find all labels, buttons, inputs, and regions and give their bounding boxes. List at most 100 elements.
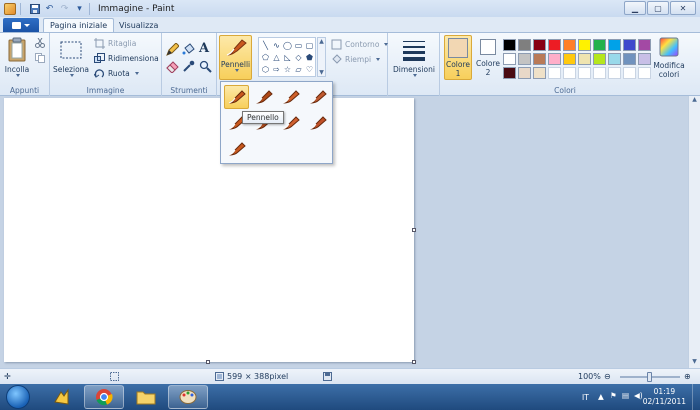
- palette-swatch[interactable]: [623, 67, 636, 79]
- palette-swatch[interactable]: [503, 67, 516, 79]
- magnifier-icon[interactable]: [199, 60, 212, 73]
- brush-option[interactable]: [278, 85, 303, 109]
- diamond-shape-icon[interactable]: ◇: [293, 51, 304, 63]
- hexagon-shape-icon[interactable]: ⬡: [260, 63, 271, 75]
- palette-swatch[interactable]: [608, 53, 621, 65]
- polygon-shape-icon[interactable]: ⬠: [260, 51, 271, 63]
- close-button[interactable]: ✕: [670, 1, 696, 15]
- palette-swatch[interactable]: [623, 53, 636, 65]
- taskbar-app-chrome[interactable]: [84, 385, 124, 409]
- oval-shape-icon[interactable]: ◯: [282, 39, 293, 51]
- chevron-up-icon[interactable]: ▲: [689, 96, 700, 106]
- palette-swatch[interactable]: [593, 67, 606, 79]
- brush-option[interactable]: [251, 85, 276, 109]
- callout-shape-icon[interactable]: ▱: [293, 63, 304, 75]
- copy-icon[interactable]: [35, 53, 45, 63]
- brush-option[interactable]: [224, 85, 249, 109]
- palette-swatch[interactable]: [548, 39, 561, 51]
- palette-swatch[interactable]: [608, 39, 621, 51]
- shapes-scroll[interactable]: ▲ ▼: [317, 37, 326, 77]
- chevron-down-icon[interactable]: ▼: [689, 358, 700, 368]
- palette-swatch[interactable]: [563, 67, 576, 79]
- zoom-slider-thumb[interactable]: [647, 372, 652, 382]
- palette-swatch[interactable]: [548, 67, 561, 79]
- right-triangle-shape-icon[interactable]: ◺: [282, 51, 293, 63]
- resize-handle-corner[interactable]: [412, 360, 416, 364]
- show-hidden-icons-icon[interactable]: ▲: [598, 392, 604, 401]
- palette-swatch[interactable]: [608, 67, 621, 79]
- volume-icon[interactable]: ◀): [634, 391, 643, 400]
- brush-option[interactable]: [224, 137, 249, 161]
- color2-button[interactable]: Colore 2: [474, 37, 502, 77]
- crop-button[interactable]: Ritaglia: [94, 38, 136, 49]
- palette-swatch[interactable]: [563, 39, 576, 51]
- save-icon[interactable]: [29, 3, 40, 14]
- resize-handle-right[interactable]: [412, 228, 416, 232]
- paste-button[interactable]: Incolla: [3, 37, 31, 77]
- palette-swatch[interactable]: [563, 53, 576, 65]
- palette-swatch[interactable]: [503, 53, 516, 65]
- chevron-down-icon[interactable]: ▼: [319, 69, 324, 76]
- palette-swatch[interactable]: [593, 39, 606, 51]
- action-center-icon[interactable]: ⚑: [610, 391, 617, 400]
- palette-swatch[interactable]: [638, 39, 651, 51]
- chevron-up-icon[interactable]: ▲: [319, 38, 324, 45]
- taskbar-app-paint[interactable]: [168, 385, 208, 409]
- taskbar-app-media[interactable]: [42, 385, 82, 409]
- zoom-out-button[interactable]: ⊖: [604, 372, 611, 381]
- taskbar-app-explorer[interactable]: [126, 385, 166, 409]
- vertical-scrollbar[interactable]: ▲ ▼: [688, 96, 700, 368]
- brushes-button[interactable]: Pennelli: [219, 35, 252, 80]
- palette-swatch[interactable]: [533, 67, 546, 79]
- palette-swatch[interactable]: [578, 67, 591, 79]
- palette-swatch[interactable]: [623, 39, 636, 51]
- start-button[interactable]: [6, 385, 30, 409]
- customize-quick-access-icon[interactable]: ▾: [74, 3, 85, 14]
- palette-swatch[interactable]: [578, 39, 591, 51]
- heart-shape-icon[interactable]: ♡: [304, 63, 315, 75]
- edit-colors-button[interactable]: Modifica colori: [652, 37, 686, 79]
- color-picker-icon[interactable]: [182, 60, 195, 73]
- select-button[interactable]: Seleziona: [53, 37, 89, 77]
- curve-shape-icon[interactable]: ∿: [271, 39, 282, 51]
- color1-button[interactable]: Colore 1: [444, 35, 472, 80]
- drawing-canvas[interactable]: [4, 98, 414, 362]
- triangle-shape-icon[interactable]: △: [271, 51, 282, 63]
- palette-swatch[interactable]: [638, 53, 651, 65]
- palette-swatch[interactable]: [533, 53, 546, 65]
- paint-menu-button[interactable]: [3, 18, 39, 32]
- resize-button[interactable]: Ridimensiona: [94, 53, 159, 64]
- brush-option[interactable]: [305, 85, 330, 109]
- palette-swatch[interactable]: [578, 53, 591, 65]
- redo-icon[interactable]: ↷: [59, 3, 70, 14]
- outline-button[interactable]: Contorno: [331, 39, 389, 50]
- tab-view[interactable]: Visualizza: [113, 18, 164, 32]
- star-shape-icon[interactable]: ☆: [282, 63, 293, 75]
- clock[interactable]: 01:19 02/11/2011: [643, 387, 686, 407]
- resize-handle-bottom[interactable]: [206, 360, 210, 364]
- palette-swatch[interactable]: [533, 39, 546, 51]
- palette-swatch[interactable]: [593, 53, 606, 65]
- text-tool-icon[interactable]: A: [199, 41, 209, 56]
- zoom-in-button[interactable]: ⊕: [684, 372, 691, 381]
- maximize-button[interactable]: ▢: [647, 1, 669, 15]
- eraser-icon[interactable]: [166, 60, 179, 73]
- palette-swatch[interactable]: [518, 39, 531, 51]
- size-button[interactable]: Dimensioni: [392, 37, 436, 77]
- show-desktop-button[interactable]: [692, 384, 700, 410]
- paint-app-icon[interactable]: [4, 2, 16, 15]
- palette-swatch[interactable]: [638, 67, 651, 79]
- network-icon[interactable]: ▤: [622, 391, 629, 400]
- palette-swatch[interactable]: [548, 53, 561, 65]
- brush-option[interactable]: [305, 111, 330, 135]
- rotate-button[interactable]: Ruota: [93, 68, 139, 79]
- fill-bucket-icon[interactable]: [182, 43, 195, 56]
- undo-icon[interactable]: ↶: [44, 3, 55, 14]
- minimize-button[interactable]: ▁: [624, 1, 646, 15]
- pencil-tool-icon[interactable]: [166, 43, 179, 56]
- arrow-shape-icon[interactable]: ⇨: [271, 63, 282, 75]
- fill-button[interactable]: Riempi: [331, 54, 381, 65]
- cut-icon[interactable]: [35, 38, 45, 48]
- rectangle-shape-icon[interactable]: ▭: [293, 39, 304, 51]
- shapes-gallery[interactable]: ╲ ∿ ◯ ▭ ▢ ⬠ △ ◺ ◇ ⬟ ⬡ ⇨ ☆ ▱ ♡: [258, 37, 316, 77]
